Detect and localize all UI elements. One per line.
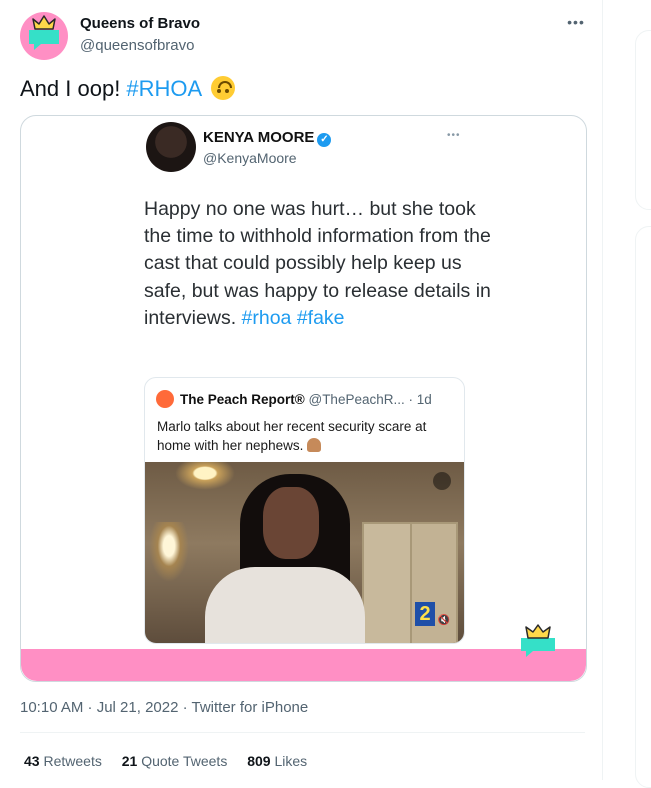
author-handle[interactable]: @queensofbravo <box>80 37 194 54</box>
mute-icon: 🔇 <box>437 615 451 626</box>
lamp-image <box>149 522 189 582</box>
quoted-author-meta: @ThePeachR... · 1d <box>304 392 432 407</box>
quote-tweets-stat[interactable]: 21 Quote Tweets <box>122 753 228 769</box>
retweets-stat[interactable]: 43 Retweets <box>24 753 102 769</box>
embedded-author-handle: @KenyaMoore <box>203 150 297 166</box>
upside-down-face-emoji-icon <box>211 76 236 100</box>
author-avatar[interactable] <box>20 12 68 60</box>
sidebar-card-2 <box>635 226 651 788</box>
embedded-tweet-text: Happy no one was hurt… but she took the … <box>144 196 494 332</box>
more-options-icon[interactable]: ••• <box>562 10 590 34</box>
quoted-tweet-text: Marlo talks about her recent security sc… <box>157 419 427 453</box>
embedded-author-avatar <box>146 122 196 172</box>
quoted-author: The Peach Report® @ThePeachR... · 1d <box>180 392 432 407</box>
tweet-text-body: And I oop! <box>20 76 127 101</box>
door-image <box>362 522 413 643</box>
author-name[interactable]: Queens of Bravo <box>80 15 200 32</box>
crown-speech-bubble-logo-icon <box>521 624 555 657</box>
embedded-author-name: KENYA MOORE ✓ <box>203 129 332 147</box>
likes-stat[interactable]: 809 Likes <box>247 753 307 769</box>
quoted-tweet-card: The Peach Report® @ThePeachR... · 1d Mar… <box>144 377 465 644</box>
quoted-video-thumbnail: 2 🔇 <box>145 462 464 643</box>
peach-report-avatar <box>156 390 174 408</box>
crown-speech-bubble-icon <box>29 15 59 50</box>
folded-hands-emoji-icon <box>307 438 322 452</box>
verified-badge-icon: ✓ <box>317 133 332 147</box>
tweet-stats: 43 Retweets 21 Quote Tweets 809 Likes <box>24 753 323 769</box>
sidebar-card <box>635 30 651 210</box>
embedded-hashtags: #rhoa #fake <box>241 306 345 329</box>
hashtag-link[interactable]: #RHOA <box>126 76 201 101</box>
right-sidebar <box>603 0 651 788</box>
person-face <box>263 487 319 559</box>
person-shirt <box>205 567 365 643</box>
chandelier-image <box>175 462 235 490</box>
quoted-author-name: The Peach Report® <box>180 392 305 407</box>
tweet-image[interactable]: KENYA MOORE ✓ @KenyaMoore ••• Happy no on… <box>20 115 587 682</box>
tweet-timestamp[interactable]: 10:10 AM · Jul 21, 2022 · Twitter for iP… <box>20 699 308 716</box>
tweet-text: And I oop! #RHOA <box>20 76 236 102</box>
divider <box>20 732 585 733</box>
channel-logo: 2 <box>415 602 435 626</box>
pink-banner <box>21 649 586 681</box>
tweet-detail: Queens of Bravo @queensofbravo ••• And I… <box>0 0 603 780</box>
embedded-more-icon: ••• <box>447 130 461 141</box>
video-corner-icon <box>433 472 451 490</box>
